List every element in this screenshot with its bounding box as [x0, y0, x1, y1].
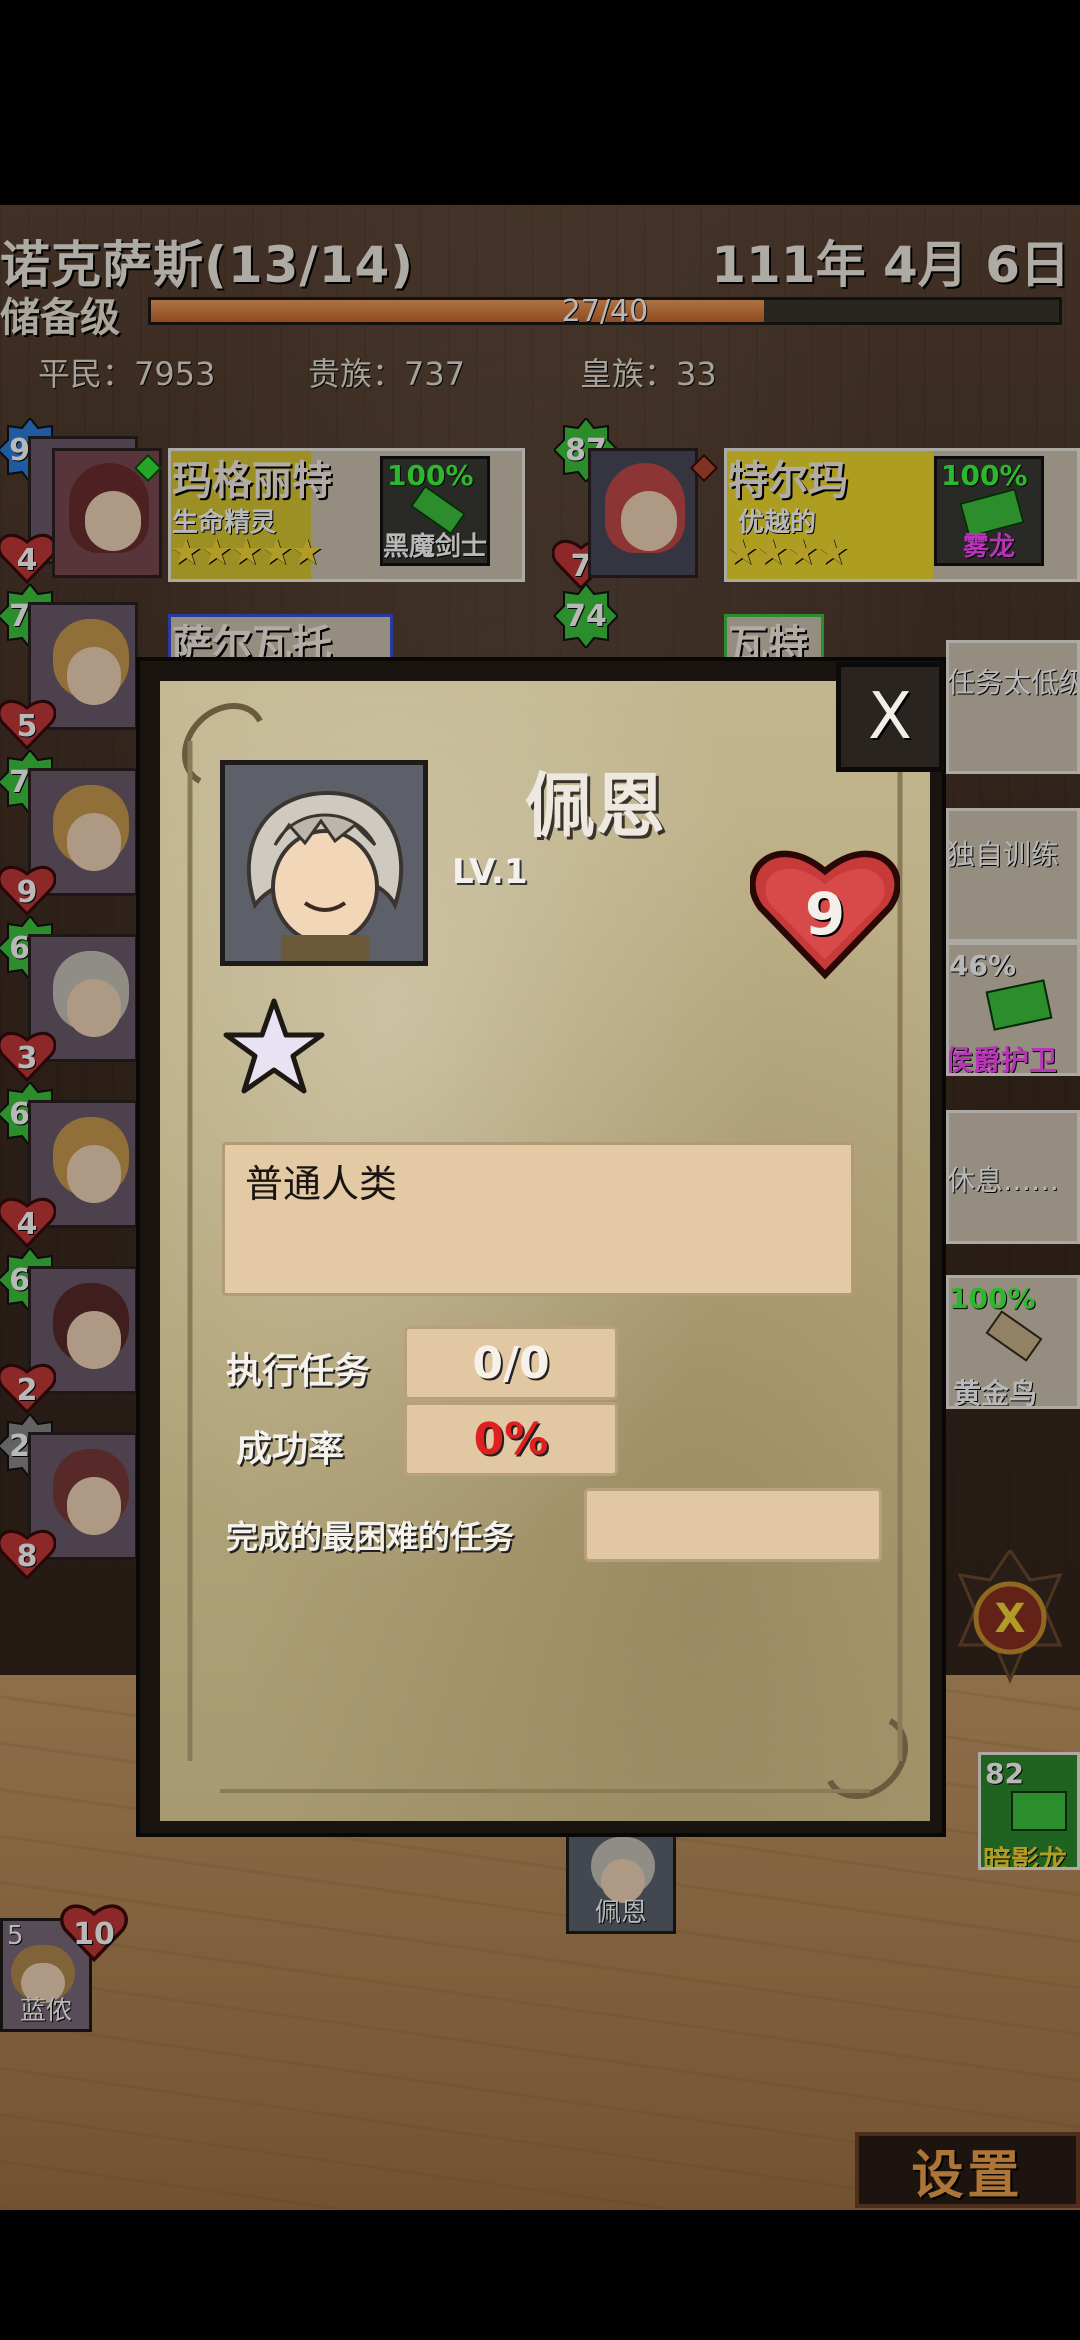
- close-button[interactable]: X: [836, 662, 944, 772]
- hero-portrait-large: [220, 760, 428, 966]
- missions-label: 执行任务: [226, 1351, 371, 1392]
- missions-value: 0/0: [404, 1326, 618, 1400]
- hero-level: LV.1: [452, 852, 528, 892]
- star-icon: [223, 998, 325, 1094]
- success-rate-value: 0%: [404, 1402, 618, 1476]
- hero-face-icon: [225, 765, 423, 961]
- hero-description: 普通人类: [245, 1162, 398, 1206]
- hardest-mission-value: [584, 1488, 882, 1562]
- hardest-mission-label: 完成的最困难的任务: [226, 1518, 515, 1556]
- heart-value: 9: [804, 880, 846, 948]
- hero-heart: 9: [750, 840, 900, 980]
- success-rate-label: 成功率: [236, 1429, 345, 1470]
- hero-name-title: 佩恩: [525, 765, 665, 847]
- hero-description-box: 普通人类: [222, 1142, 854, 1296]
